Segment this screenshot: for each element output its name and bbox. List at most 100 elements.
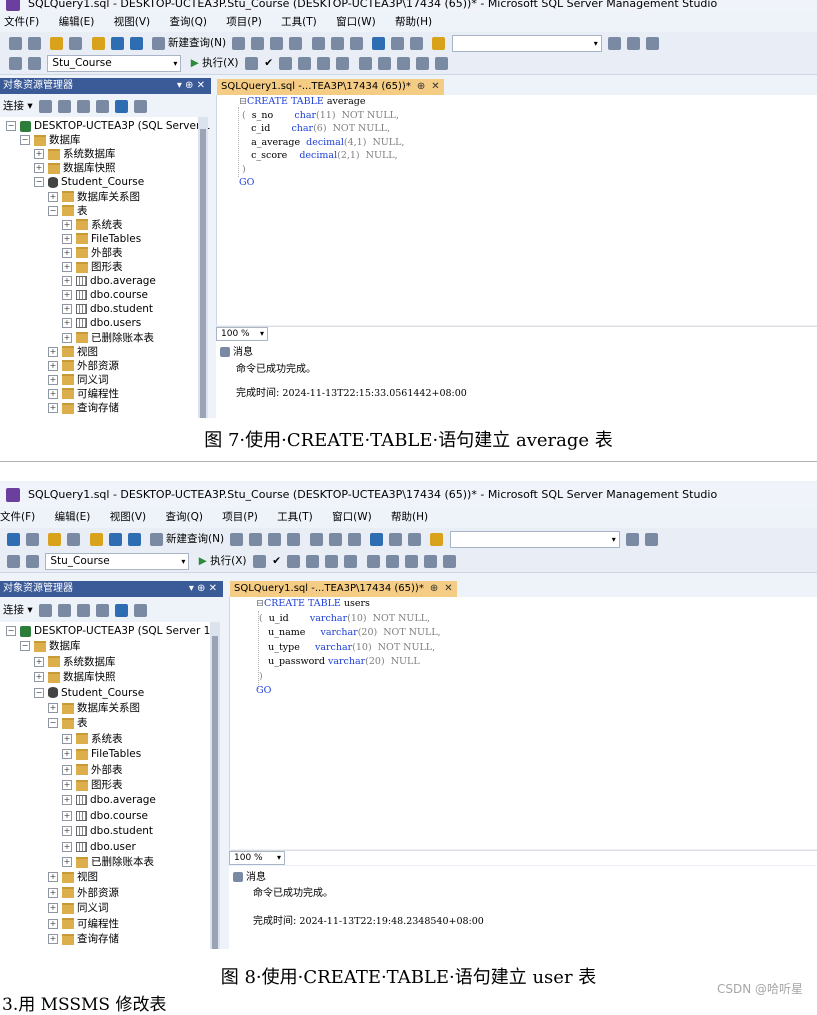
- tree-node[interactable]: + 外部表: [62, 246, 123, 260]
- menu-view[interactable]: 视图(V): [114, 16, 150, 28]
- messages-tab[interactable]: 消息: [220, 343, 253, 358]
- save-all-icon[interactable]: [129, 36, 143, 50]
- collapse-icon[interactable]: −: [48, 718, 58, 729]
- expand-icon[interactable]: +: [48, 403, 58, 413]
- expand-icon[interactable]: +: [48, 903, 58, 914]
- connect-plug-icon[interactable]: [38, 603, 52, 617]
- expand-icon[interactable]: +: [62, 276, 72, 287]
- tree-node[interactable]: + dbo.student: [62, 824, 153, 838]
- expand-icon[interactable]: +: [48, 388, 58, 399]
- new-project-icon[interactable]: [50, 36, 64, 50]
- collapse-icon[interactable]: −: [20, 641, 30, 652]
- menu-edit[interactable]: 编辑(E): [55, 511, 91, 523]
- properties-icon[interactable]: [626, 532, 640, 546]
- tree-node[interactable]: − 数据库: [20, 133, 81, 147]
- execute-button[interactable]: ▶ 执行(X): [191, 52, 239, 74]
- tree-node[interactable]: + 系统数据库: [34, 655, 116, 669]
- tree-scrollbar[interactable]: [198, 117, 208, 418]
- connect-icon[interactable]: [9, 56, 22, 70]
- tree-scrollbar[interactable]: [210, 622, 220, 949]
- expand-icon[interactable]: +: [48, 872, 58, 883]
- expand-icon[interactable]: +: [34, 656, 44, 667]
- menu-view[interactable]: 视图(V): [110, 511, 146, 523]
- change-connection-icon[interactable]: [28, 56, 41, 70]
- results-text-icon[interactable]: [306, 554, 320, 568]
- activity-monitor-icon[interactable]: [133, 99, 147, 113]
- query-editor[interactable]: ⊟CREATE TABLE users ( u_id varchar(10) N…: [229, 597, 817, 849]
- new-query-button[interactable]: 新建查询(N): [149, 32, 226, 54]
- filter-icon[interactable]: [95, 603, 109, 617]
- new-file-icon[interactable]: [69, 36, 83, 50]
- menu-file[interactable]: 文件(F): [4, 16, 39, 28]
- forward-icon[interactable]: [28, 36, 41, 50]
- activity-monitor-icon[interactable]: [133, 603, 147, 617]
- collapse-icon[interactable]: −: [48, 205, 58, 216]
- tree-node[interactable]: + dbo.users: [62, 316, 141, 330]
- expand-icon[interactable]: +: [34, 163, 44, 174]
- dax-query-icon[interactable]: [287, 532, 301, 546]
- tree-node[interactable]: + dbo.course: [62, 288, 148, 302]
- menu-query[interactable]: 查询(Q): [169, 16, 206, 28]
- find-icon[interactable]: [432, 36, 446, 50]
- expand-icon[interactable]: +: [62, 318, 72, 329]
- open-folder-icon[interactable]: [89, 532, 103, 546]
- paste-icon[interactable]: [347, 532, 361, 546]
- pin-close-icons[interactable]: ▾ ⊕ ✕: [177, 78, 205, 94]
- outdent-icon[interactable]: [423, 554, 437, 568]
- expand-icon[interactable]: +: [48, 934, 58, 944]
- zoom-select[interactable]: 100 % ▾: [229, 851, 285, 865]
- expand-icon[interactable]: +: [48, 918, 58, 929]
- connect-icon[interactable]: [7, 554, 20, 568]
- expand-icon[interactable]: +: [62, 810, 72, 821]
- copy-icon[interactable]: [328, 532, 342, 546]
- tree-node[interactable]: + 数据库快照: [34, 161, 116, 175]
- tree-node[interactable]: − Student_Course: [34, 686, 144, 700]
- collapse-icon[interactable]: −: [6, 626, 16, 636]
- back-icon[interactable]: [9, 36, 22, 50]
- tree-node[interactable]: + FileTables: [62, 232, 141, 246]
- outdent-icon[interactable]: [415, 56, 429, 70]
- expand-icon[interactable]: +: [48, 360, 58, 371]
- find-icon[interactable]: [430, 532, 444, 546]
- expand-icon[interactable]: +: [34, 672, 44, 683]
- menu-tools[interactable]: 工具(T): [281, 16, 317, 28]
- menu-project[interactable]: 项目(P): [222, 511, 258, 523]
- tree-node[interactable]: − 数据库: [20, 639, 81, 653]
- expand-icon[interactable]: +: [62, 841, 72, 852]
- tree-node[interactable]: + dbo.average: [62, 274, 156, 288]
- stop-icon[interactable]: [244, 56, 258, 70]
- tools-icon[interactable]: [627, 36, 641, 50]
- xmla-query-icon[interactable]: [270, 36, 284, 50]
- expand-icon[interactable]: +: [48, 887, 58, 898]
- collapse-icon[interactable]: −: [6, 121, 16, 131]
- results-grid-icon[interactable]: [325, 554, 339, 568]
- back-icon[interactable]: [7, 532, 20, 546]
- menu-edit[interactable]: 编辑(E): [59, 16, 95, 28]
- comment-icon[interactable]: [366, 554, 380, 568]
- expand-icon[interactable]: +: [62, 764, 72, 775]
- filter-icon[interactable]: [95, 99, 109, 113]
- expand-icon[interactable]: +: [62, 749, 72, 760]
- results-file-icon[interactable]: [336, 56, 350, 70]
- tree-node[interactable]: + dbo.course: [62, 809, 148, 823]
- menu-project[interactable]: 项目(P): [226, 16, 262, 28]
- query-editor[interactable]: ⊟CREATE TABLE average ( s_no char(11) NO…: [216, 95, 817, 325]
- tree-node[interactable]: + 已删除账本表: [62, 855, 154, 869]
- open-folder-icon[interactable]: [91, 36, 105, 50]
- comment-icon[interactable]: [358, 56, 372, 70]
- stop-icon[interactable]: [76, 99, 90, 113]
- expand-icon[interactable]: +: [62, 247, 72, 258]
- uncomment-icon[interactable]: [385, 554, 399, 568]
- menu-tools[interactable]: 工具(T): [277, 511, 313, 523]
- tree-node[interactable]: + 已删除账本表: [62, 331, 154, 345]
- connect-dropdown[interactable]: 连接 ▾: [3, 100, 33, 112]
- mdx-query-icon[interactable]: [230, 532, 244, 546]
- expand-icon[interactable]: +: [62, 332, 72, 343]
- expand-icon[interactable]: +: [62, 262, 72, 272]
- plan-icon[interactable]: [287, 554, 301, 568]
- new-project-icon[interactable]: [48, 532, 62, 546]
- save-all-icon[interactable]: [127, 532, 141, 546]
- collapse-icon[interactable]: −: [34, 177, 44, 188]
- tree-node[interactable]: − DESKTOP-UCTEA3P (SQL Server 1: [6, 624, 210, 638]
- expand-icon[interactable]: +: [48, 374, 58, 385]
